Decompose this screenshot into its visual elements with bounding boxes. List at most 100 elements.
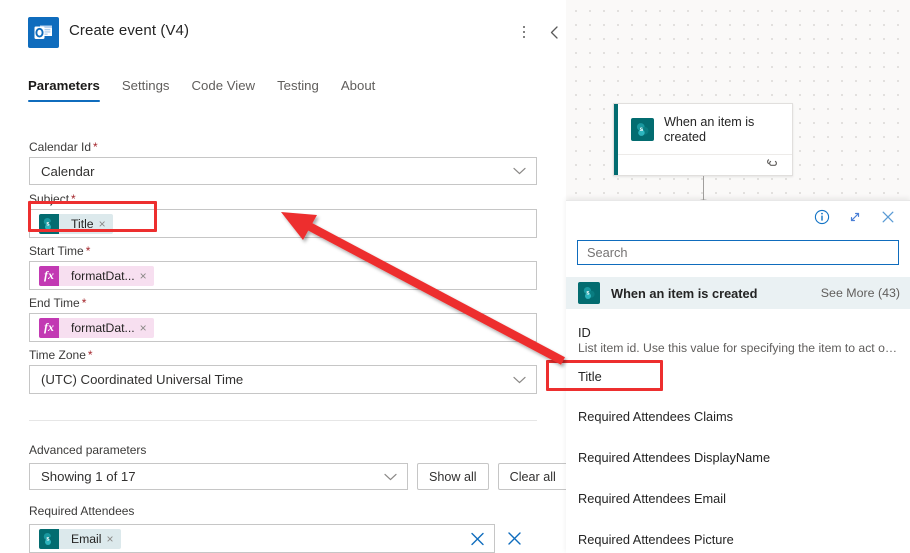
advanced-parameters-label-wrap: Advanced parameters xyxy=(29,443,146,460)
token-chip-email[interactable]: s Email × xyxy=(39,528,121,549)
label-subject: Subject * xyxy=(29,192,76,206)
field-time-zone: Time Zone * (UTC) Coordinated Universal T… xyxy=(29,348,537,394)
list-item[interactable]: Required Attendees DisplayName xyxy=(566,450,910,465)
chevron-down-icon xyxy=(384,468,397,486)
connection-icon xyxy=(766,156,780,174)
item-name: Required Attendees Email xyxy=(578,491,726,506)
more-options-icon[interactable] xyxy=(513,20,535,44)
collapse-icon[interactable] xyxy=(543,20,565,44)
action-details-panel: Create event (V4) Parameters Settings Co… xyxy=(0,0,566,553)
token-chip-expression[interactable]: fx formatDat... × xyxy=(39,317,154,338)
token-remove-icon[interactable]: × xyxy=(99,218,113,230)
required-attendees-input[interactable]: s Email × xyxy=(29,524,495,553)
item-name: Required Attendees Picture xyxy=(578,532,734,547)
node-title: When an item is created xyxy=(664,114,755,144)
advanced-parameters-row: Showing 1 of 17 Show all Clear all xyxy=(29,463,566,490)
search-input[interactable]: Search xyxy=(577,240,899,265)
sharepoint-icon: s xyxy=(631,118,654,141)
time-zone-dropdown[interactable]: (UTC) Coordinated Universal Time xyxy=(29,365,537,394)
node-header: s When an item is created xyxy=(614,104,792,155)
remove-parameter-icon[interactable] xyxy=(506,530,523,547)
tab-settings[interactable]: Settings xyxy=(122,78,184,102)
svg-text:s: s xyxy=(640,126,644,133)
field-subject: Subject * s Title × xyxy=(29,192,537,238)
end-time-input[interactable]: fx formatDat... × xyxy=(29,313,537,342)
required-attendees-row: s Email × xyxy=(29,524,523,553)
token-remove-icon[interactable]: × xyxy=(140,270,154,282)
tab-about[interactable]: About xyxy=(341,78,389,102)
clear-icon[interactable] xyxy=(469,530,486,547)
field-calendar-id: Calendar Id * Calendar xyxy=(29,140,537,185)
item-name: Title xyxy=(578,369,602,384)
action-title: Create event (V4) xyxy=(69,22,190,39)
group-title: When an item is created xyxy=(611,285,758,301)
dynamic-content-panel: Search s When an item is created See Mor… xyxy=(566,200,910,553)
advanced-parameters-value: Showing 1 of 17 xyxy=(41,469,136,484)
canvas-left-edge xyxy=(566,0,573,210)
flow-canvas: s When an item is created Search s When … xyxy=(566,0,910,553)
token-label: formatDat... xyxy=(71,268,135,283)
close-icon[interactable] xyxy=(880,209,896,225)
token-remove-icon[interactable]: × xyxy=(140,322,154,334)
required-marker: * xyxy=(87,348,93,362)
label-required-attendees: Required Attendees xyxy=(29,504,135,518)
sharepoint-icon: s xyxy=(39,213,59,234)
subject-input[interactable]: s Title × xyxy=(29,209,537,238)
chevron-down-icon xyxy=(513,162,526,180)
node-footer xyxy=(618,154,792,175)
field-end-time: End Time * fx formatDat... × xyxy=(29,296,537,342)
action-tabs: Parameters Settings Code View Testing Ab… xyxy=(28,78,397,102)
see-more-link[interactable]: See More (43) xyxy=(821,286,900,300)
flow-node-trigger[interactable]: s When an item is created xyxy=(613,103,793,176)
info-icon[interactable] xyxy=(814,209,830,225)
function-icon: fx xyxy=(39,317,59,338)
token-label: formatDat... xyxy=(71,320,135,335)
tab-parameters[interactable]: Parameters xyxy=(28,78,114,102)
token-chip-expression[interactable]: fx formatDat... × xyxy=(39,265,154,286)
start-time-input[interactable]: fx formatDat... × xyxy=(29,261,537,290)
show-all-button[interactable]: Show all xyxy=(417,463,489,490)
calendar-id-dropdown[interactable]: Calendar xyxy=(29,157,537,185)
token-remove-icon[interactable]: × xyxy=(106,533,120,545)
dynamic-content-group-header[interactable]: s When an item is created See More (43) xyxy=(566,277,910,309)
clear-all-button[interactable]: Clear all xyxy=(497,463,566,490)
item-name: Required Attendees Claims xyxy=(578,409,734,424)
label-advanced-parameters: Advanced parameters xyxy=(29,443,147,457)
calendar-id-value: Calendar xyxy=(41,163,95,179)
required-marker: * xyxy=(71,192,76,206)
item-name: Required Attendees DisplayName xyxy=(578,450,771,465)
chevron-down-icon xyxy=(513,371,526,389)
label-time-zone: Time Zone * xyxy=(29,348,93,362)
section-divider xyxy=(29,420,537,421)
label-end-time: End Time * xyxy=(29,296,87,310)
function-icon: fx xyxy=(39,265,59,286)
list-item[interactable]: ID List item id. Use this value for spec… xyxy=(566,325,910,355)
list-item[interactable]: Required Attendees Claims xyxy=(566,409,910,424)
item-name: ID xyxy=(578,325,591,340)
expand-icon[interactable] xyxy=(847,209,863,225)
power-automate-action-editor: Create event (V4) Parameters Settings Co… xyxy=(0,0,910,553)
list-item[interactable]: Required Attendees Email xyxy=(566,491,910,506)
required-marker: * xyxy=(81,296,87,310)
required-marker: * xyxy=(85,244,91,258)
search-placeholder: Search xyxy=(587,245,628,260)
time-zone-value: (UTC) Coordinated Universal Time xyxy=(41,372,244,387)
dynamic-content-toolbar xyxy=(566,201,910,233)
item-description: List item id. Use this value for specify… xyxy=(578,341,898,355)
token-label: Title xyxy=(71,216,94,231)
tab-code-view[interactable]: Code View xyxy=(192,78,270,102)
action-card-header: Create event (V4) xyxy=(0,0,566,63)
list-item[interactable]: Required Attendees Picture xyxy=(566,532,910,547)
outlook-icon xyxy=(28,17,59,48)
required-marker: * xyxy=(93,140,98,154)
advanced-parameters-select[interactable]: Showing 1 of 17 xyxy=(29,463,408,490)
sharepoint-icon: s xyxy=(39,528,59,549)
list-item[interactable]: Title xyxy=(566,369,910,384)
label-start-time: Start Time * xyxy=(29,244,91,258)
field-start-time: Start Time * fx formatDat... × xyxy=(29,244,537,290)
label-calendar-id: Calendar Id * xyxy=(29,140,98,154)
tab-testing[interactable]: Testing xyxy=(277,78,333,102)
sharepoint-icon: s xyxy=(578,282,600,304)
token-label: Email xyxy=(71,531,102,546)
token-chip-title[interactable]: s Title × xyxy=(39,213,113,234)
